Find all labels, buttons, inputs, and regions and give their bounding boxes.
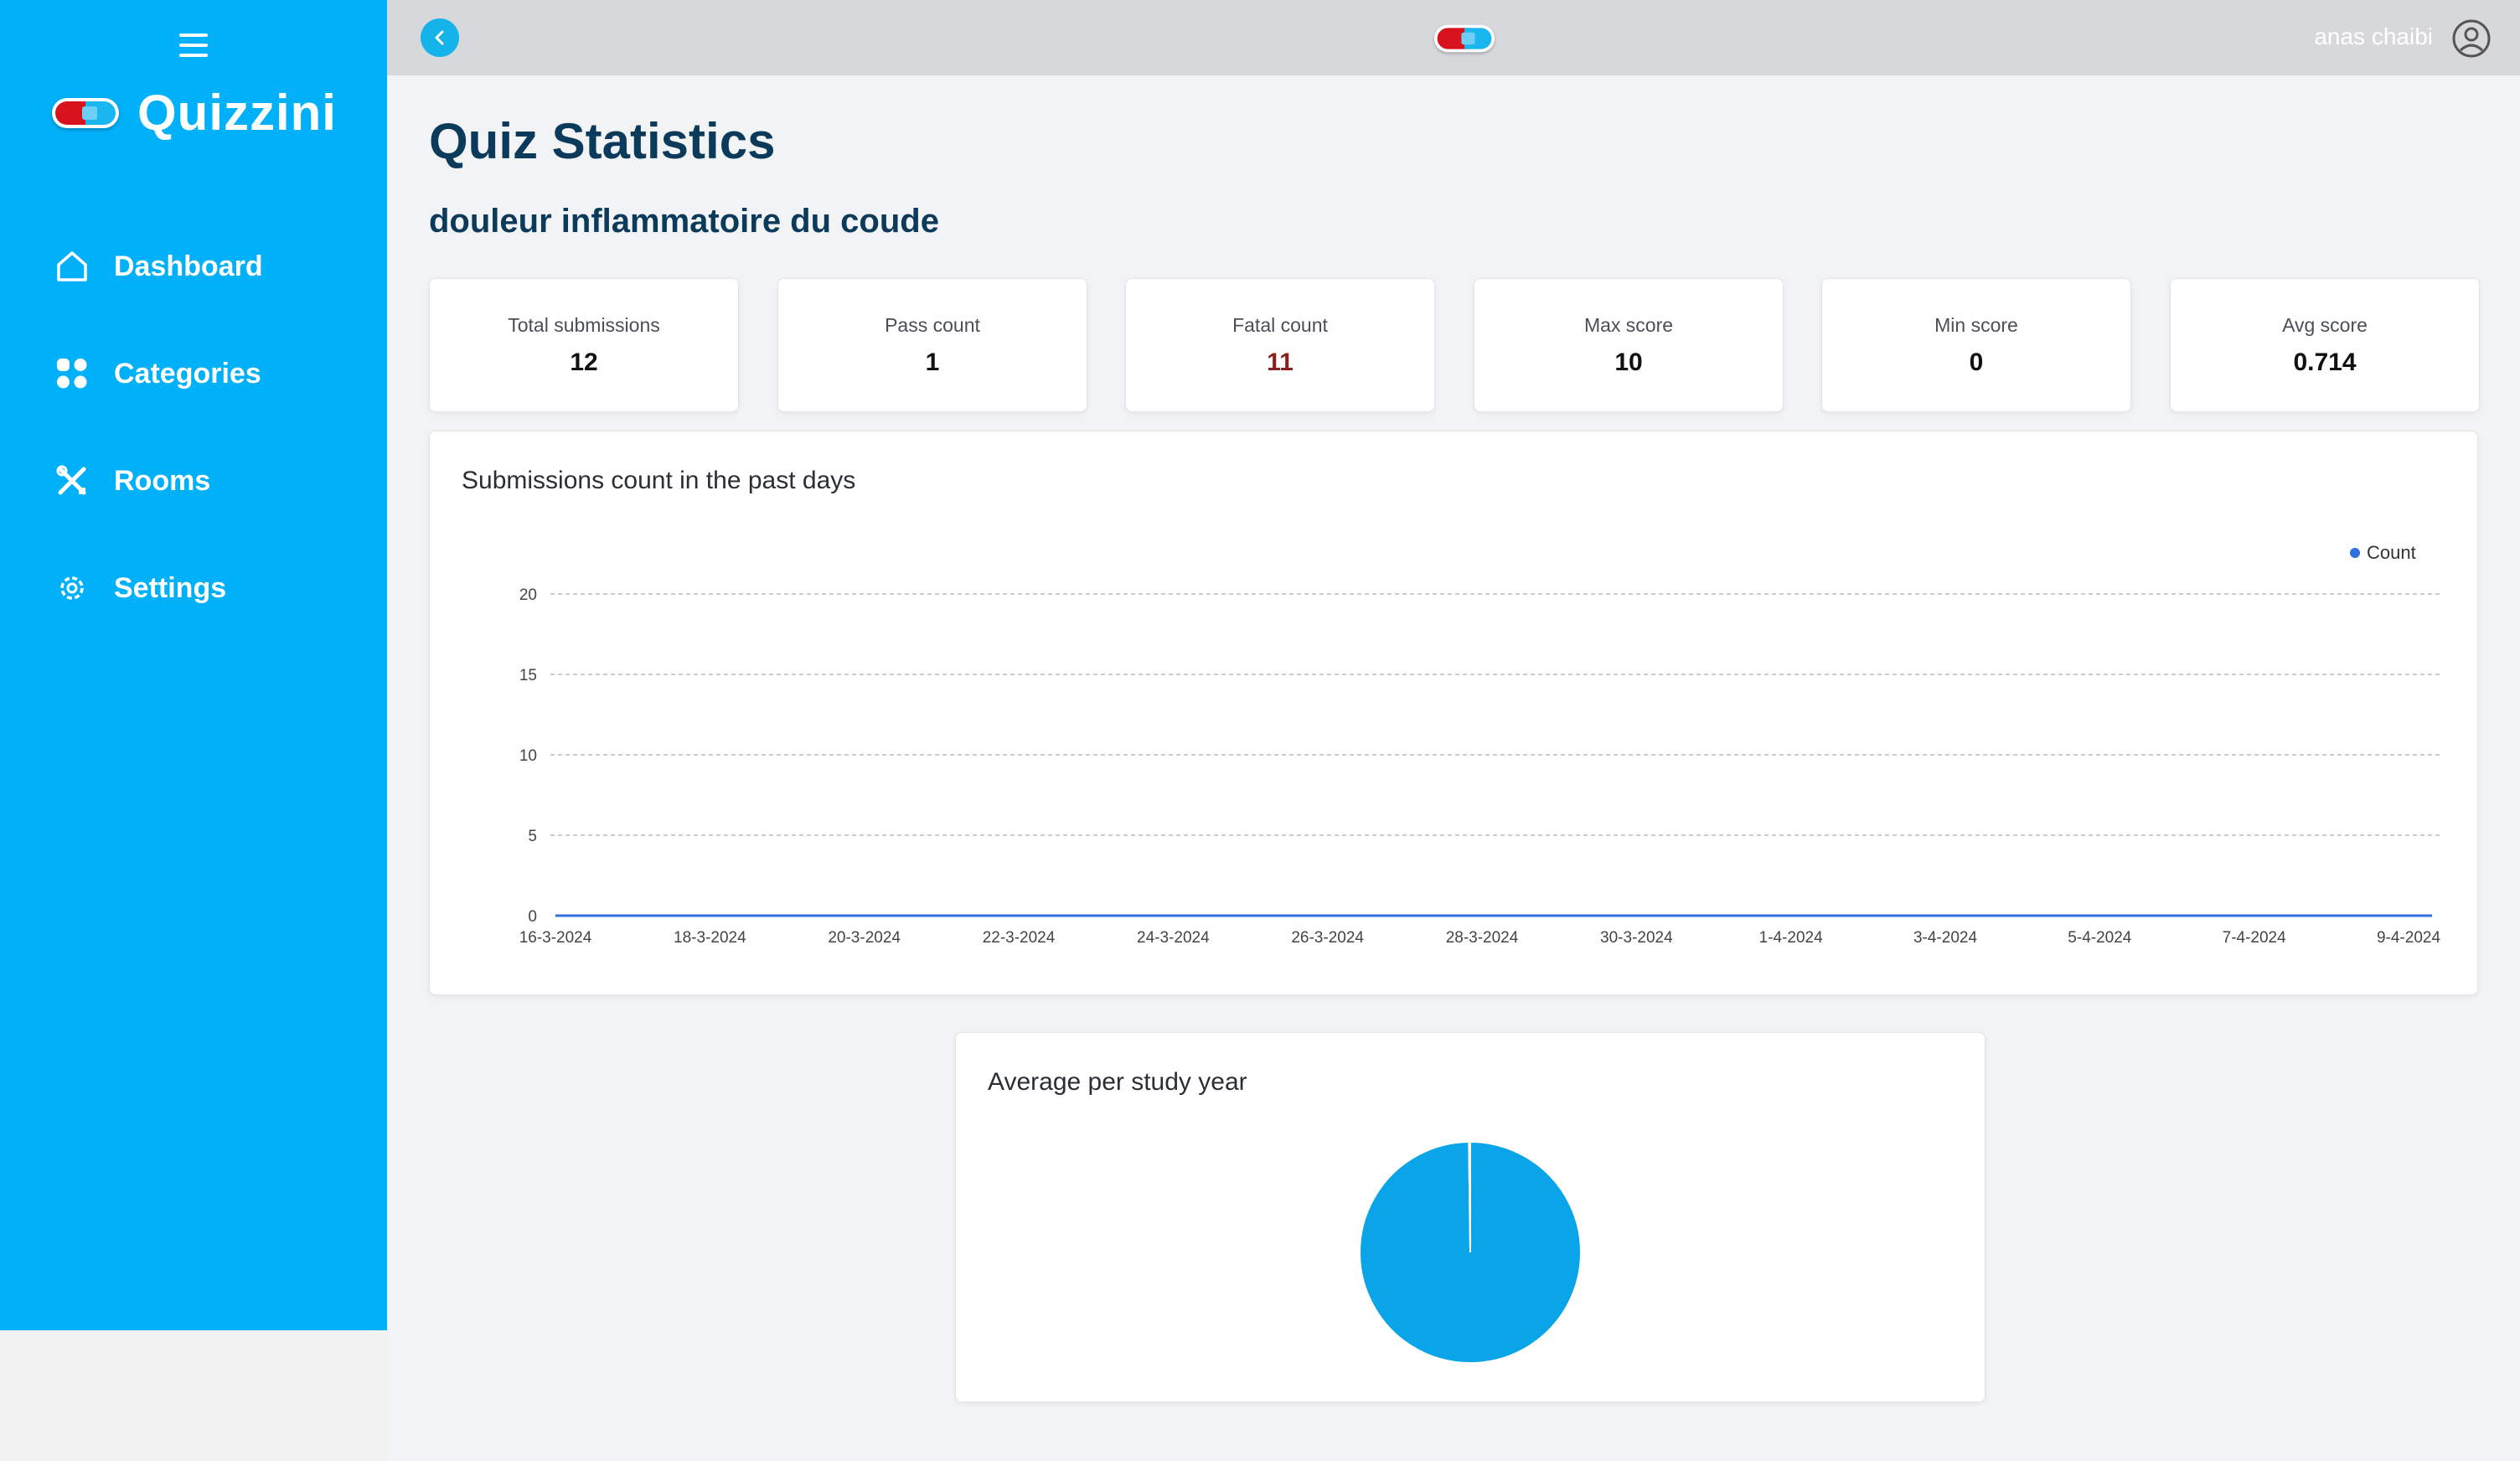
sidebar-item-settings[interactable]: Settings: [54, 565, 263, 612]
legend-marker: [2350, 548, 2360, 558]
stat-value: 11: [1267, 348, 1294, 376]
y-tick-label: 20: [519, 586, 537, 604]
stat-card-min-score: Min score 0: [1821, 278, 2131, 412]
stat-value: 12: [570, 348, 598, 376]
user-avatar-icon[interactable]: [2451, 18, 2492, 59]
sidebar-item-label: Settings: [114, 571, 227, 604]
sidebar-footer-space: [0, 1330, 387, 1461]
stat-label: Avg score: [2282, 313, 2368, 336]
x-tick-label: 18-3-2024: [674, 929, 746, 947]
sidebar-item-rooms[interactable]: Rooms: [54, 457, 263, 504]
stat-value: 0: [1969, 348, 1984, 376]
stat-card-pass-count: Pass count 1: [777, 278, 1087, 412]
home-icon: [54, 248, 90, 285]
y-tick-label: 15: [519, 667, 537, 684]
submissions-chart-card: Submissions count in the past days 0 5 10 1…: [429, 431, 2478, 995]
x-tick-label: 5-4-2024: [2068, 929, 2131, 947]
brand-name: Quizzini: [137, 85, 337, 141]
back-button[interactable]: [421, 18, 459, 57]
stat-value: 10: [1614, 348, 1643, 376]
stat-label: Pass count: [885, 313, 980, 336]
sidebar-item-label: Categories: [114, 357, 261, 390]
stat-card-total-submissions: Total submissions 12: [429, 278, 739, 412]
x-tick-label: 26-3-2024: [1291, 929, 1364, 947]
stat-card-fatal-count: Fatal count 11: [1125, 278, 1435, 412]
pill-logo-icon: [52, 97, 119, 128]
y-tick-label: 10: [519, 747, 537, 765]
stat-label: Min score: [1934, 313, 2018, 336]
topbar: anas chaibi: [387, 0, 2520, 75]
stat-card-max-score: Max score 10: [1474, 278, 1784, 412]
sidebar-nav: Dashboard Categories Rooms Settings: [54, 243, 263, 672]
user-name[interactable]: anas chaibi: [2314, 23, 2433, 50]
gear-icon: [54, 570, 90, 607]
x-tick-label: 1-4-2024: [1759, 929, 1823, 947]
x-tick-label: 30-3-2024: [1600, 929, 1673, 947]
x-tick-label: 3-4-2024: [1913, 929, 1977, 947]
x-tick-label: 7-4-2024: [2223, 929, 2286, 947]
brand[interactable]: Quizzini: [52, 84, 337, 142]
y-tick-label: 0: [528, 908, 537, 926]
grid-icon: [54, 355, 90, 392]
stat-label: Total submissions: [508, 313, 660, 336]
x-tick-label: 9-4-2024: [2377, 929, 2440, 947]
pill-logo-icon: [1434, 24, 1495, 53]
stat-label: Max score: [1583, 313, 1674, 336]
x-tick-label: 28-3-2024: [1446, 929, 1519, 947]
chevron-left-icon: [435, 30, 444, 45]
quiz-name: douleur inflammatoire du coude: [429, 203, 939, 240]
stat-value: 1: [925, 348, 940, 376]
x-tick-label: 24-3-2024: [1137, 929, 1210, 947]
sidebar-item-categories[interactable]: Categories: [54, 350, 263, 397]
sidebar-item-dashboard[interactable]: Dashboard: [54, 243, 263, 290]
sidebar: Quizzini Dashboard Categories Rooms Sett…: [0, 0, 387, 1330]
stat-card-avg-score: Avg score 0.714: [2170, 278, 2480, 412]
top-logo[interactable]: [1434, 24, 1495, 53]
sidebar-item-label: Dashboard: [114, 250, 263, 282]
y-tick-label: 5: [528, 828, 537, 845]
stat-label: Fatal count: [1232, 313, 1328, 336]
x-tick-label: 16-3-2024: [519, 929, 592, 947]
sidebar-item-label: Rooms: [114, 464, 211, 497]
pie-chart: [1359, 1140, 1582, 1364]
line-chart: 0 5 10 15 20 16-3-2024 18-3-2024 20-3-2024 22-3-…: [519, 542, 2441, 947]
x-tick-label: 20-3-2024: [828, 929, 901, 947]
tools-icon: [54, 462, 90, 499]
page-title: Quiz Statistics: [429, 113, 776, 169]
x-tick-label: 22-3-2024: [983, 929, 1056, 947]
menu-icon[interactable]: [179, 34, 208, 57]
stat-value: 0.714: [2293, 348, 2357, 376]
legend-label[interactable]: Count: [2367, 542, 2416, 563]
study-year-chart-card: Average per study year: [955, 1032, 1986, 1402]
